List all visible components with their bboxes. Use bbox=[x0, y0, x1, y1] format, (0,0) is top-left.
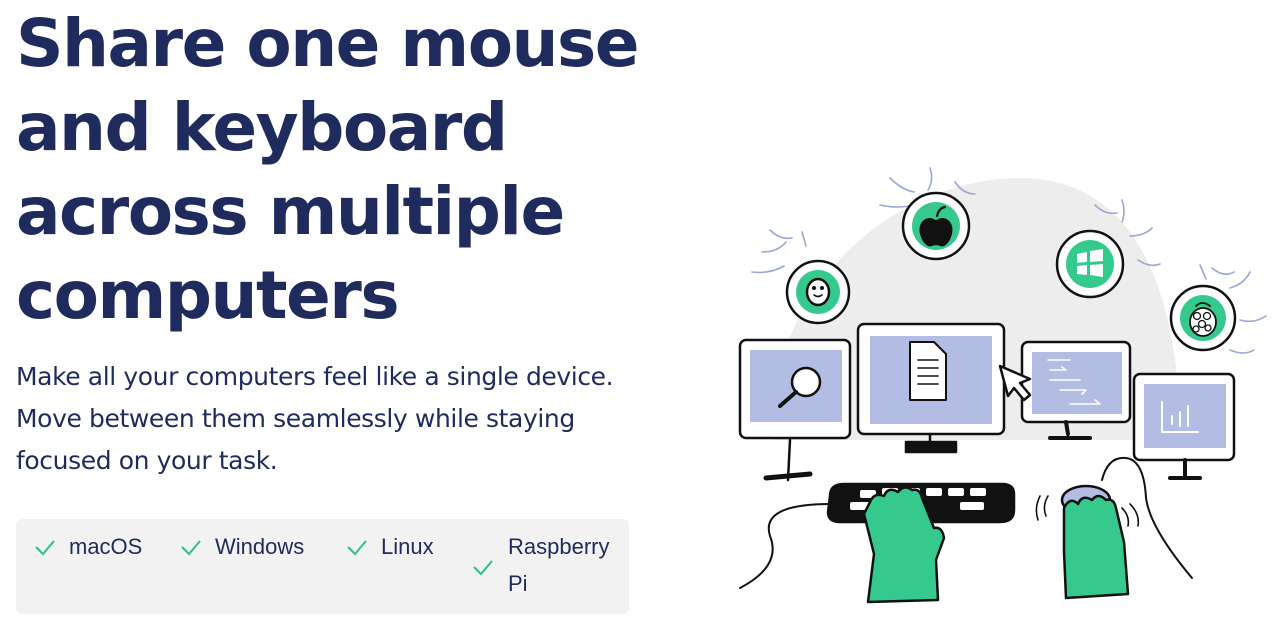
platform-label: macOS bbox=[69, 534, 143, 559]
right-hand bbox=[1062, 494, 1130, 600]
hero-title: Share one mouse and keyboard across mult… bbox=[16, 2, 696, 338]
check-icon bbox=[181, 540, 201, 556]
platform-label: Pi bbox=[508, 571, 528, 596]
hero-title-line: Share one mouse bbox=[16, 5, 640, 82]
platform-linux: Linux bbox=[346, 530, 476, 564]
hero-subtitle-line: Move between them seamlessly while stayi… bbox=[16, 404, 575, 433]
document-icon bbox=[909, 341, 947, 401]
platform-label: Raspberry bbox=[508, 534, 610, 559]
hero-title-line: computers bbox=[16, 257, 400, 334]
windows-icon bbox=[1055, 229, 1125, 299]
multi-computer-illustration bbox=[738, 167, 1267, 604]
platform-windows: Windows bbox=[180, 530, 340, 564]
supported-platforms: macOS Windows Linux Raspberry Pi bbox=[16, 519, 629, 614]
hero-subtitle-line: Make all your computers feel like a sing… bbox=[16, 362, 614, 391]
platform-label: Windows bbox=[215, 534, 305, 559]
platform-raspberry-pi: Raspberry Pi bbox=[472, 530, 622, 610]
check-icon bbox=[347, 540, 367, 556]
raspberry-icon bbox=[1169, 284, 1237, 352]
penguin-icon bbox=[785, 259, 851, 325]
monitor-search bbox=[738, 338, 852, 482]
hero-title-line: and keyboard bbox=[16, 89, 508, 166]
hero-subtitle-line: focused on your task. bbox=[16, 446, 278, 475]
apple-icon bbox=[901, 191, 971, 261]
hero-subtitle: Make all your computers feel like a sing… bbox=[16, 356, 656, 482]
platform-label: Linux bbox=[381, 534, 434, 559]
platform-macos: macOS bbox=[34, 530, 174, 564]
check-icon bbox=[473, 560, 493, 576]
hero-title-line: across multiple bbox=[16, 173, 565, 250]
monitor-document bbox=[856, 322, 1006, 454]
check-icon bbox=[35, 540, 55, 556]
monitor-chart bbox=[1132, 372, 1236, 480]
